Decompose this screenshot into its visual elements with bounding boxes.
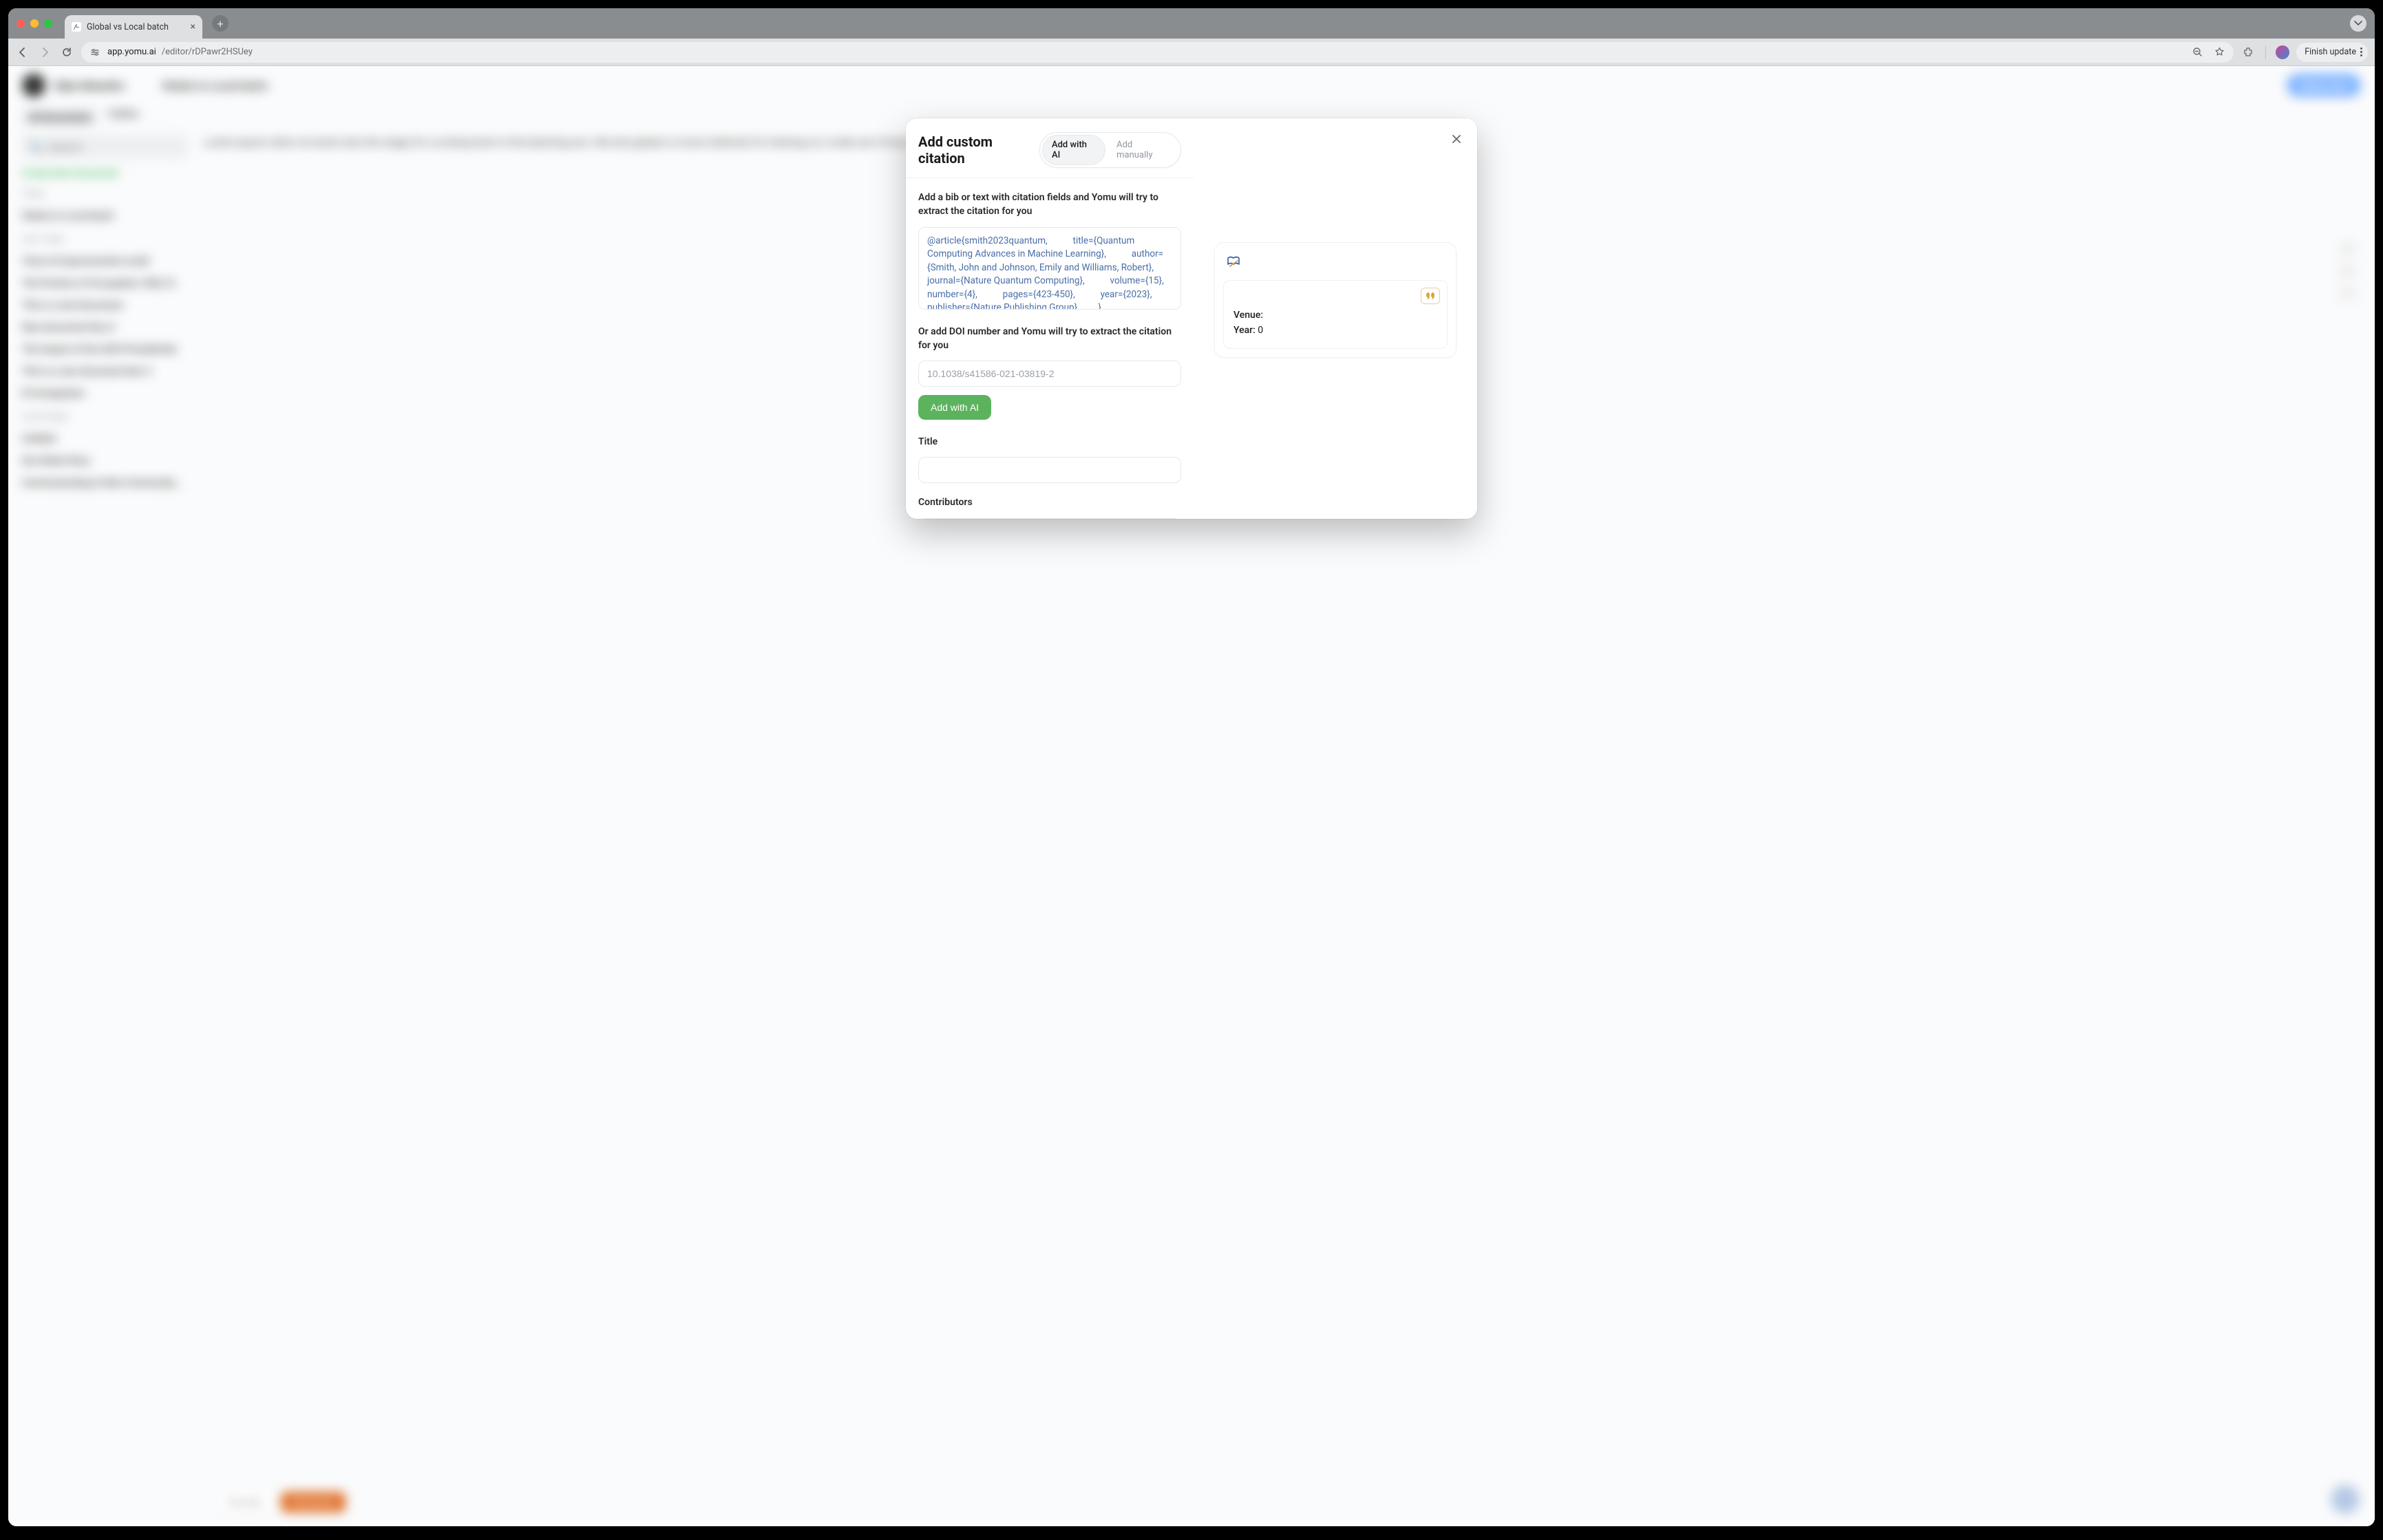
modal-title: Add custom citation bbox=[918, 133, 1039, 167]
bib-textarea[interactable] bbox=[918, 227, 1181, 310]
title-input[interactable] bbox=[918, 457, 1181, 483]
url-domain: app.yomu.ai bbox=[107, 47, 156, 57]
modal-close-button[interactable] bbox=[1448, 131, 1465, 147]
toolbar-separator bbox=[2265, 45, 2266, 59]
tab-overflow-button[interactable] bbox=[2350, 15, 2366, 32]
window-controls bbox=[17, 19, 59, 28]
modal-left-panel: Add custom citation Add with AI Add manu… bbox=[906, 118, 1194, 519]
bookmark-star-icon[interactable] bbox=[2212, 45, 2227, 60]
address-bar[interactable]: app.yomu.ai/editor/rDPawr2HSUey bbox=[81, 42, 2234, 63]
browser-tab[interactable]: Global vs Local batch × bbox=[65, 15, 202, 39]
tab-close-button[interactable]: × bbox=[191, 21, 195, 32]
window-minimize-button[interactable] bbox=[30, 19, 39, 28]
tab-favicon bbox=[72, 22, 81, 32]
browser-window: Global vs Local batch × + a bbox=[8, 8, 2375, 1526]
doi-input[interactable] bbox=[918, 361, 1181, 387]
add-citation-modal: Add custom citation Add with AI Add manu… bbox=[906, 118, 1477, 519]
browser-toolbar: app.yomu.ai/editor/rDPawr2HSUey bbox=[8, 39, 2375, 66]
preview-venue-row: Venue: bbox=[1233, 310, 1437, 321]
doi-help-text: Or add DOI number and Yomu will try to e… bbox=[918, 325, 1181, 353]
reload-button[interactable] bbox=[59, 45, 74, 60]
modal-header: Add custom citation Add with AI Add manu… bbox=[906, 118, 1194, 178]
tab-strip: Global vs Local batch × + bbox=[8, 8, 2375, 39]
site-info-icon[interactable] bbox=[88, 45, 102, 59]
new-tab-button[interactable]: + bbox=[212, 15, 229, 32]
semantic-scholar-icon bbox=[1223, 251, 1244, 272]
url-path: /editor/rDPawr2HSUey bbox=[162, 47, 253, 57]
toggle-add-with-ai[interactable]: Add with AI bbox=[1042, 135, 1105, 165]
citation-preview-card: Venue: Year: 0 bbox=[1214, 242, 1457, 358]
chrome-menu-icon[interactable] bbox=[2360, 47, 2362, 56]
bib-help-text: Add a bib or text with citation fields a… bbox=[918, 191, 1181, 219]
add-with-ai-button[interactable]: Add with AI bbox=[918, 395, 991, 420]
contributors-input[interactable] bbox=[918, 518, 1181, 519]
finish-update-label: Finish update bbox=[2305, 47, 2356, 57]
finish-update-chip[interactable]: Finish update bbox=[2296, 43, 2368, 62]
modal-right-panel: Venue: Year: 0 bbox=[1194, 118, 1477, 519]
zoom-icon[interactable] bbox=[2190, 45, 2205, 60]
contributors-label: Contributors bbox=[918, 495, 1181, 509]
window-zoom-button[interactable] bbox=[44, 19, 52, 28]
preview-year-value: 0 bbox=[1258, 325, 1263, 336]
back-button[interactable] bbox=[15, 45, 30, 60]
forward-button[interactable] bbox=[37, 45, 52, 60]
profile-avatar-icon[interactable] bbox=[2276, 45, 2289, 59]
modal-body: Add a bib or text with citation fields a… bbox=[906, 178, 1194, 519]
preview-venue-label: Venue: bbox=[1233, 310, 1263, 321]
window-close-button[interactable] bbox=[17, 19, 25, 28]
page-viewport: Eljan Manafov Global vs Local batch Shar… bbox=[8, 66, 2375, 1526]
tab-title: Global vs Local batch bbox=[87, 22, 169, 32]
preview-year-row: Year: 0 bbox=[1233, 325, 1437, 336]
preview-year-label: Year: bbox=[1233, 325, 1256, 336]
mode-toggle: Add with AI Add manually bbox=[1039, 132, 1181, 168]
toggle-add-manually[interactable]: Add manually bbox=[1107, 135, 1178, 165]
quote-icon bbox=[1421, 288, 1440, 304]
title-label: Title bbox=[918, 435, 1181, 449]
citation-preview-inner: Venue: Year: 0 bbox=[1223, 280, 1448, 349]
extensions-icon[interactable] bbox=[2241, 45, 2256, 60]
